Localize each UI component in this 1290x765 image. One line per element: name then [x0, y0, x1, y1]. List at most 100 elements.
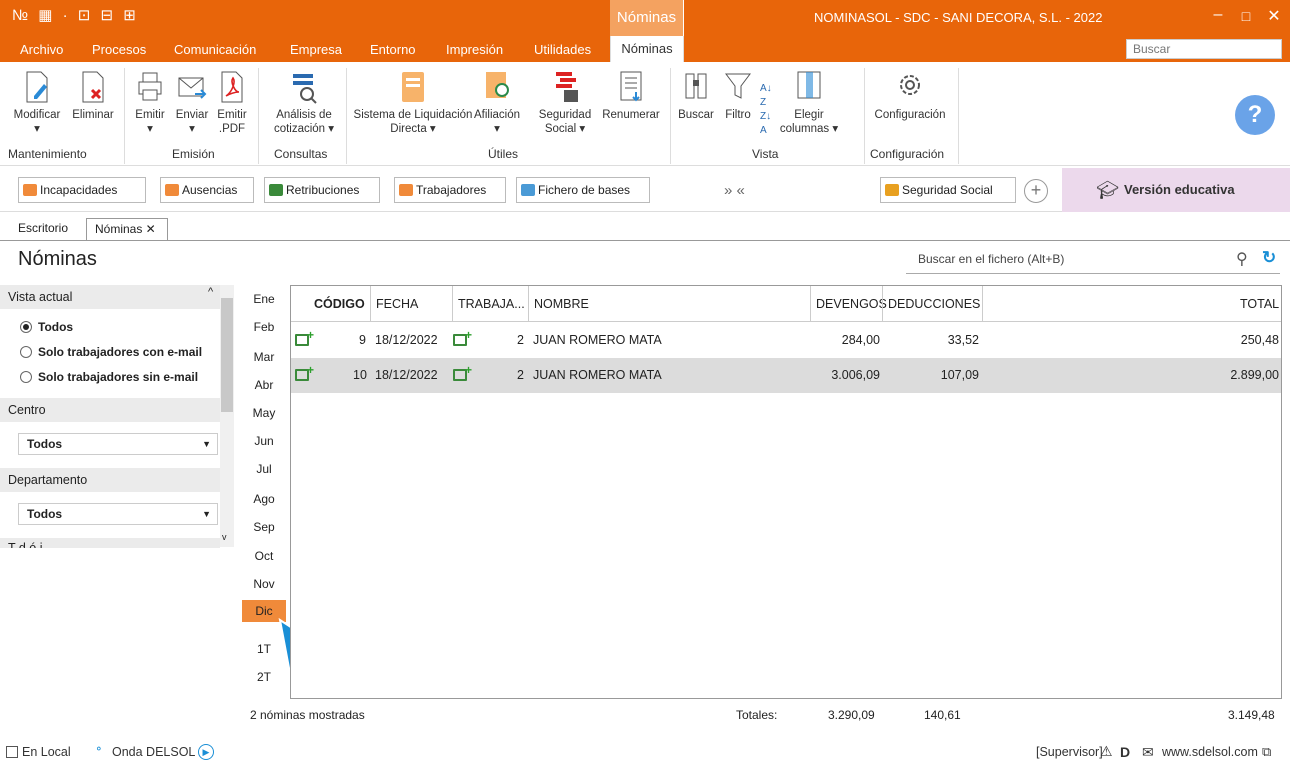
- col-total[interactable]: TOTAL: [1240, 297, 1279, 311]
- add-shortcut-button[interactable]: +: [1024, 179, 1048, 203]
- group-configuracion: Configuración: [870, 147, 945, 161]
- col-devengos[interactable]: DEVENGOS: [816, 297, 887, 311]
- sort-descending-icon[interactable]: Z↓ A: [760, 110, 771, 138]
- filtro-button[interactable]: Filtro: [718, 70, 758, 122]
- renumerar-button[interactable]: Renumerar: [598, 70, 664, 122]
- menu-procesos[interactable]: Procesos: [92, 42, 146, 57]
- menu-archivo[interactable]: Archivo: [20, 42, 63, 57]
- edit-document-icon: [26, 71, 48, 103]
- modificar-button[interactable]: Modificar ▾: [8, 70, 66, 136]
- month-feb[interactable]: Feb: [242, 320, 286, 334]
- month-mar[interactable]: Mar: [242, 350, 286, 364]
- emitir-button[interactable]: Emitir ▾: [130, 70, 170, 136]
- minimize-button[interactable]: –: [1206, 6, 1230, 24]
- col-trabajador[interactable]: TRABAJA...: [458, 297, 525, 311]
- col-fecha[interactable]: FECHA: [376, 297, 418, 311]
- worker-add-icon[interactable]: [453, 363, 472, 381]
- scroll-down-icon[interactable]: v: [222, 532, 227, 542]
- refresh-icon[interactable]: ↻: [1262, 248, 1276, 268]
- close-button[interactable]: ✕: [1262, 6, 1286, 26]
- email-send-icon: [178, 77, 207, 99]
- left-panel-scroll-thumb[interactable]: [221, 298, 233, 412]
- record-count: 2 nóminas mostradas: [250, 708, 365, 722]
- tab-nominas[interactable]: Nóminas ✕: [86, 218, 168, 240]
- departamento-select[interactable]: Todos ▼: [18, 503, 218, 525]
- centro-select[interactable]: Todos ▼: [18, 433, 218, 455]
- row-add-icon[interactable]: [295, 363, 314, 381]
- emitir-pdf-button[interactable]: Emitir .PDF: [212, 70, 252, 136]
- help-icon[interactable]: ?: [1235, 95, 1275, 135]
- status-onda[interactable]: Onda DELSOL: [112, 745, 195, 759]
- maximize-button[interactable]: □: [1234, 8, 1258, 24]
- menu-entorno[interactable]: Entorno: [370, 42, 416, 57]
- cell-deducciones: 107,09: [940, 368, 979, 382]
- month-sep[interactable]: Sep: [242, 520, 286, 534]
- buscar-button[interactable]: Buscar: [676, 70, 716, 122]
- month-jun[interactable]: Jun: [242, 434, 286, 448]
- analisis-cotizacion-button[interactable]: Análisis de cotización ▾: [266, 70, 342, 136]
- month-abr[interactable]: Abr: [242, 378, 286, 392]
- delsol-logo-icon[interactable]: D: [1120, 744, 1130, 760]
- worker-add-icon[interactable]: [453, 328, 472, 346]
- group-utiles: Útiles: [488, 147, 519, 161]
- seguridad-social-icon: [556, 72, 578, 102]
- mail-icon[interactable]: ✉: [1142, 744, 1154, 761]
- radio-selected-icon: [20, 321, 32, 333]
- fichero-bases-button[interactable]: Fichero de bases: [516, 177, 650, 203]
- incapacidades-button[interactable]: Incapacidades: [18, 177, 146, 203]
- month-oct[interactable]: Oct: [242, 549, 286, 563]
- menu-empresa[interactable]: Empresa: [290, 42, 342, 57]
- month-ago[interactable]: Ago: [242, 492, 286, 506]
- afiliacion-button[interactable]: Afiliación ▾: [468, 70, 526, 136]
- menu-comunicacion[interactable]: Comunicación: [174, 42, 256, 57]
- seguridad-social-button[interactable]: Seguridad Social ▾: [532, 70, 598, 136]
- tab-escritorio[interactable]: Escritorio: [18, 218, 68, 240]
- col-deducciones[interactable]: DEDUCCIONES: [888, 297, 980, 311]
- menu-nominas-active[interactable]: Nóminas: [610, 36, 684, 62]
- sort-ascending-icon[interactable]: A↓ Z: [760, 82, 772, 110]
- total-devengos: 3.290,09: [828, 708, 875, 722]
- elegir-columnas-button[interactable]: Elegir columnas ▾: [776, 70, 842, 136]
- menu-utilidades[interactable]: Utilidades: [534, 42, 591, 57]
- play-icon[interactable]: ▶: [198, 744, 214, 760]
- month-ene[interactable]: Ene: [242, 292, 286, 306]
- month-may[interactable]: May: [242, 406, 286, 420]
- row-add-icon[interactable]: [295, 328, 314, 346]
- cell-devengos: 3.006,09: [831, 368, 880, 382]
- cell-codigo: 9: [359, 333, 366, 347]
- seguridad-social-shortcut-icon: [885, 184, 899, 196]
- window-icon[interactable]: ⧉: [1262, 744, 1271, 760]
- retribuciones-button[interactable]: Retribuciones: [264, 177, 380, 203]
- version-educativa-banner[interactable]: 🎓︎ Versión educativa: [1062, 168, 1290, 212]
- search-icon[interactable]: ⚲: [1236, 249, 1248, 269]
- trabajadores-button[interactable]: Trabajadores: [394, 177, 506, 203]
- total-neto: 3.149,48: [1228, 708, 1275, 722]
- configuracion-button[interactable]: Configuración: [868, 70, 952, 122]
- warning-icon[interactable]: ⚠: [1100, 743, 1113, 760]
- radio-con-email[interactable]: Solo trabajadores con e-mail: [20, 345, 202, 359]
- menu-impresion[interactable]: Impresión: [446, 42, 503, 57]
- incapacidades-icon: [23, 184, 37, 196]
- shortcut-scroll-arrows[interactable]: » «: [724, 182, 745, 199]
- table-row-selected[interactable]: 10 18/12/2022 2 JUAN ROMERO MATA 3.006,0…: [291, 358, 1281, 393]
- retribuciones-icon: [269, 184, 283, 196]
- month-jul[interactable]: Jul: [242, 462, 286, 476]
- radio-sin-email[interactable]: Solo trabajadores sin e-mail: [20, 370, 198, 384]
- global-search-input[interactable]: Buscar: [1126, 39, 1282, 59]
- month-nov[interactable]: Nov: [242, 577, 286, 591]
- status-website[interactable]: www.sdelsol.com: [1162, 745, 1258, 759]
- radio-todos[interactable]: Todos: [20, 320, 73, 334]
- seguridad-social-shortcut[interactable]: Seguridad Social: [880, 177, 1016, 203]
- quick-access-toolbar[interactable]: № ▦ · ⊡ ⊟ ⊞: [12, 6, 139, 24]
- eliminar-button[interactable]: Eliminar: [68, 70, 118, 122]
- ausencias-button[interactable]: Ausencias: [160, 177, 254, 203]
- table-row[interactable]: 9 18/12/2022 2 JUAN ROMERO MATA 284,00 3…: [291, 323, 1281, 358]
- enviar-button[interactable]: Enviar ▾: [172, 70, 212, 136]
- cell-devengos: 284,00: [841, 333, 880, 347]
- col-codigo[interactable]: CÓDIGO: [314, 297, 365, 311]
- collapse-icon[interactable]: ^: [208, 286, 213, 298]
- sistema-liquidacion-button[interactable]: Sistema de Liquidación Directa ▾: [352, 70, 474, 136]
- file-search-input[interactable]: Buscar en el fichero (Alt+B): [906, 252, 1280, 274]
- col-nombre[interactable]: NOMBRE: [534, 297, 589, 311]
- status-local[interactable]: En Local: [22, 745, 71, 759]
